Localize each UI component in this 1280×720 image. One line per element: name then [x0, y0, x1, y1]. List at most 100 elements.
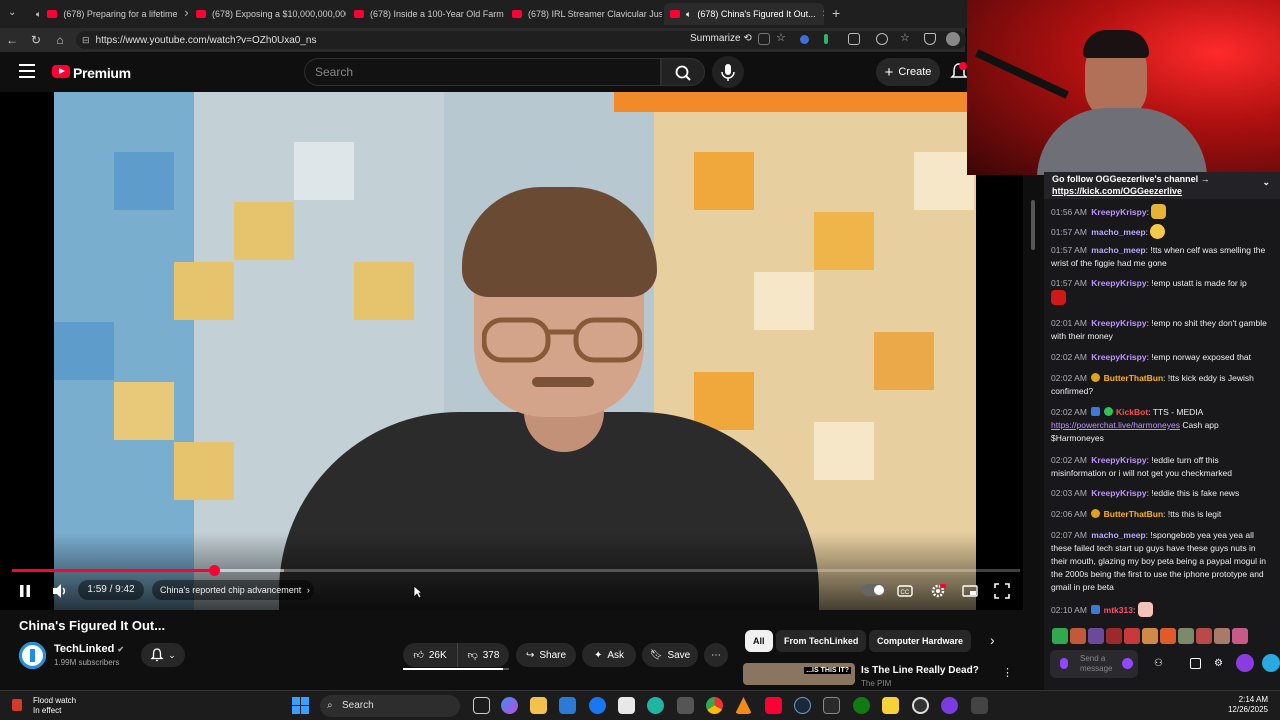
close-tab-icon[interactable]: ✕ — [183, 9, 188, 20]
steam-icon[interactable] — [794, 697, 811, 714]
extension-green-icon[interactable] — [824, 34, 828, 44]
channel-avatar[interactable] — [19, 642, 46, 669]
ttv-button-icon[interactable] — [1236, 654, 1254, 672]
emoji-picker-icon[interactable] — [1122, 658, 1133, 669]
chat-username[interactable]: ButterThatBun — [1104, 509, 1164, 519]
page-scrollbar[interactable] — [1030, 180, 1036, 685]
browser-tab-4[interactable]: (678) IRL Streamer Clavicular Just ✕ — [506, 3, 662, 25]
browser-tab-1[interactable]: 🔈︎ (678) Preparing for a lifetime ✕ — [30, 3, 188, 25]
back-icon[interactable]: ← — [0, 33, 24, 47]
volume-icon[interactable] — [50, 582, 70, 600]
hamburger-menu-icon[interactable] — [19, 64, 35, 78]
emote-icon[interactable] — [1052, 628, 1068, 644]
more-vertical-icon[interactable]: ⋮ — [1002, 666, 1013, 679]
sticky-notes-icon[interactable] — [882, 697, 899, 714]
home-icon[interactable]: ⌂ — [48, 33, 72, 47]
obs-icon[interactable] — [912, 697, 929, 714]
users-icon[interactable]: ⚇ — [1154, 658, 1165, 669]
progress-scrubber-handle[interactable] — [208, 565, 220, 576]
site-info-icon[interactable]: ⊟ — [82, 35, 90, 46]
emote-icon[interactable] — [1106, 628, 1122, 644]
tab-actions-icon[interactable]: ⌄ — [8, 7, 16, 18]
gif-button-icon[interactable] — [1262, 654, 1280, 672]
subscribed-notification-button[interactable]: ⌄ — [141, 643, 185, 667]
chip-from-channel[interactable]: From TechLinked — [776, 630, 867, 652]
captions-icon[interactable]: CC — [896, 582, 914, 600]
more-actions-button[interactable]: ⋯ — [704, 643, 728, 667]
emote-icon[interactable] — [1142, 628, 1158, 644]
summarize-button[interactable]: Summarize ⟲ — [690, 33, 752, 44]
like-button[interactable]: 👍︎ 26K — [403, 643, 457, 667]
chat-username[interactable]: KickBot — [1116, 407, 1148, 417]
task-view-icon[interactable] — [473, 697, 490, 714]
new-tab-icon[interactable]: + — [832, 5, 840, 21]
search-button[interactable] — [661, 58, 705, 86]
pinned-link[interactable]: https://kick.com/OGGeezerlive — [1052, 186, 1182, 196]
dislike-button[interactable]: 👎︎ 378 — [457, 643, 509, 667]
emote-icon[interactable] — [1070, 628, 1086, 644]
emote-icon[interactable] — [1196, 628, 1212, 644]
recommendation-thumbnail[interactable]: ...IS THIS IT? — [743, 663, 855, 685]
browser-tab-3[interactable]: (678) Inside a 100-Year Old Farm ✕ — [348, 3, 504, 25]
microphone-icon[interactable] — [1060, 658, 1068, 669]
emote-icon[interactable] — [1124, 628, 1140, 644]
fullscreen-icon[interactable] — [993, 582, 1011, 600]
emote-icon[interactable] — [1214, 628, 1230, 644]
scrollbar-thumb[interactable] — [1031, 200, 1035, 250]
profile-avatar[interactable] — [946, 32, 960, 46]
youtube-logo-icon[interactable] — [52, 65, 70, 78]
browser-tab-5[interactable]: 🔈︎ (678) China's Figured It Out... ✕ — [664, 3, 824, 25]
emote-icon[interactable] — [1178, 628, 1194, 644]
settings-gear-icon[interactable] — [929, 582, 947, 600]
taskbar-search[interactable]: ⌕ Search — [320, 695, 460, 717]
youtube-icon[interactable] — [765, 697, 782, 714]
chat-username[interactable]: KreepyKrispy — [1091, 455, 1146, 465]
save-button[interactable]: 🔖︎ Save — [642, 643, 698, 667]
chat-username[interactable]: KreepyKrispy — [1091, 207, 1146, 217]
app-icon[interactable] — [823, 697, 840, 714]
share-button[interactable]: ↪ Share — [516, 643, 576, 667]
amazon-icon[interactable] — [618, 697, 635, 714]
autoplay-toggle[interactable] — [862, 584, 886, 596]
chat-username[interactable]: KreepyKrispy — [1091, 352, 1146, 362]
youtube-premium-label[interactable]: Premium — [73, 65, 131, 81]
chat-username[interactable]: macho_meep — [1091, 530, 1145, 540]
progress-bar[interactable] — [12, 565, 1020, 576]
chat-username[interactable]: mtk313 — [1104, 605, 1133, 615]
edge-icon[interactable] — [647, 697, 664, 714]
windows-start-icon[interactable] — [292, 697, 309, 714]
chat-username[interactable]: KreepyKrispy — [1091, 278, 1146, 288]
channel-name[interactable]: TechLinked ✔ — [54, 643, 124, 655]
chat-username[interactable]: ButterThatBun — [1104, 373, 1164, 383]
chevron-right-icon[interactable]: › — [990, 632, 995, 648]
chrome-icon[interactable] — [706, 697, 723, 714]
collections-icon[interactable] — [876, 33, 888, 45]
emote-icon[interactable] — [1088, 628, 1104, 644]
recorder-icon[interactable] — [941, 697, 958, 714]
chat-link[interactable]: https://powerchat.live/harmoneyes — [1051, 420, 1180, 430]
miniplayer-icon[interactable] — [961, 582, 979, 600]
chat-username[interactable]: KreepyKrispy — [1091, 488, 1146, 498]
emote-icon[interactable] — [1160, 628, 1176, 644]
store-icon[interactable] — [559, 697, 576, 714]
chat-username[interactable]: macho_meep — [1091, 245, 1145, 255]
favorites-icon[interactable]: ☆ — [900, 31, 912, 44]
reader-icon[interactable] — [758, 33, 770, 45]
emote-icon[interactable] — [1232, 628, 1248, 644]
close-tab-icon[interactable]: ✕ — [822, 9, 824, 20]
shield-icon[interactable] — [924, 33, 936, 45]
browser-tab-2[interactable]: (678) Exposing a $10,000,000,000 ✕ — [190, 3, 346, 25]
calculator-icon[interactable] — [677, 697, 694, 714]
recommendation-title[interactable]: Is The Line Really Dead? — [861, 665, 979, 676]
reload-icon[interactable]: ↻ — [24, 33, 48, 47]
copilot-icon[interactable] — [501, 697, 518, 714]
voice-search-button[interactable] — [712, 56, 744, 88]
xbox-icon[interactable] — [853, 697, 870, 714]
favorite-star-icon[interactable]: ☆ — [776, 31, 788, 44]
extensions-icon[interactable] — [848, 33, 860, 45]
search-input[interactable]: Search — [304, 58, 661, 86]
chapter-button[interactable]: China's reported chip advancement › — [152, 580, 314, 600]
chip-computer-hardware[interactable]: Computer Hardware — [869, 630, 972, 652]
chip-all[interactable]: All — [745, 630, 773, 652]
chat-username[interactable]: macho_meep — [1091, 227, 1145, 237]
